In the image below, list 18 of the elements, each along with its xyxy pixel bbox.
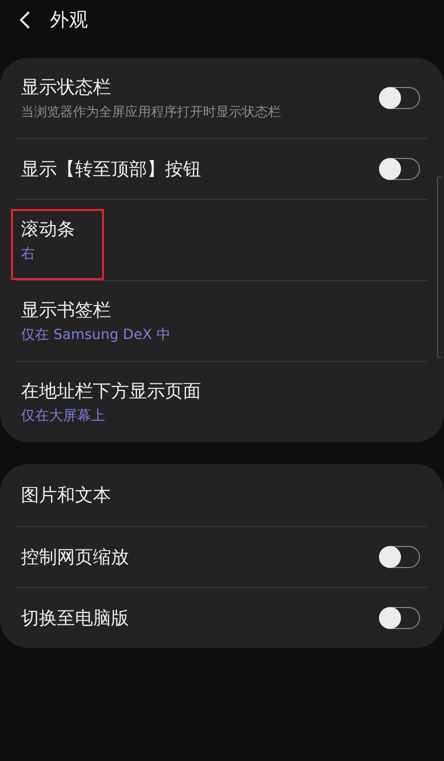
toggle-switch[interactable] [380,607,420,629]
setting-title: 控制网页缩放 [21,546,129,569]
setting-value: 仅在大屏幕上 [21,407,106,425]
setting-title: 在地址栏下方显示页面 [21,380,201,403]
page-title: 外观 [50,8,88,33]
setting-title: 滚动条 [21,218,75,241]
toggle-switch[interactable] [380,87,420,109]
setting-title: 显示状态栏 [21,76,112,99]
setting-description: 当浏览器作为全屏应用程序打开时显示状态栏 [21,104,281,121]
toggle-switch[interactable] [380,158,420,180]
toggle-switch[interactable] [380,546,420,568]
setting-title: 图片和文本 [21,484,111,507]
setting-title: 显示书签栏 [21,299,112,322]
back-icon[interactable] [18,10,32,30]
setting-title: 显示【转至顶部】按钮 [21,158,201,181]
setting-value: 右 [21,245,36,263]
setting-title: 切换至电脑版 [21,607,129,630]
setting-value: 仅在 Samsung DeX 中 [21,326,170,344]
